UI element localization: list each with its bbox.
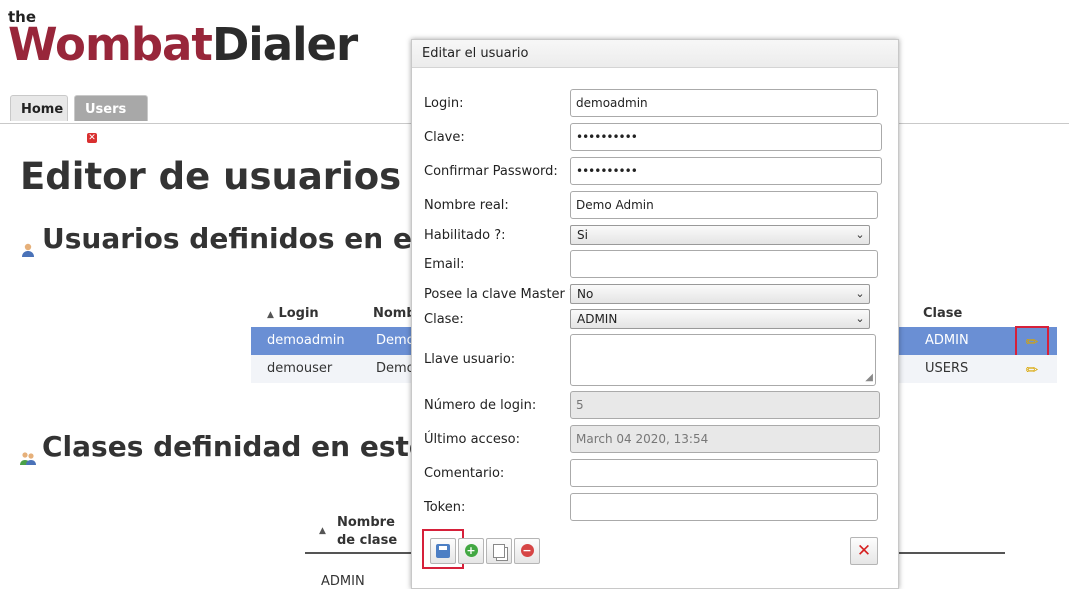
app-logo: the WombatDialer — [8, 8, 378, 71]
password-label: Clave: — [424, 130, 465, 145]
tab-home[interactable]: Home — [10, 95, 68, 121]
password-input[interactable]: •••••••••• — [570, 123, 882, 151]
remove-button[interactable]: − — [514, 538, 540, 564]
edit-pencil-icon[interactable]: ✏ — [1015, 357, 1049, 383]
row-name: Demo — [376, 333, 415, 348]
confirm-password-label: Confirmar Password: — [424, 164, 558, 179]
section-classes-text: Clases definidad en este s — [42, 430, 455, 463]
row-class: USERS — [925, 361, 969, 376]
email-label: Email: — [424, 257, 465, 272]
row-login: demoadmin — [267, 333, 345, 348]
master-key-label: Posee la clave Master ?: — [424, 287, 581, 302]
token-input[interactable] — [570, 493, 878, 521]
tab-users-label: Users — [85, 102, 127, 117]
classes-row-admin: ADMIN — [321, 574, 365, 589]
edit-user-dialog: Editar el usuario Login: demoadmin Clave… — [411, 39, 899, 589]
real-name-label: Nombre real: — [424, 198, 509, 213]
section-users-title: Usuarios definidos en este — [20, 222, 462, 257]
class-select-value: ADMIN — [577, 312, 618, 326]
row-class: ADMIN — [925, 333, 969, 348]
login-count-input: 5 — [570, 391, 880, 419]
login-label: Login: — [424, 96, 464, 111]
close-dialog-button[interactable]: ✕ — [850, 537, 878, 565]
comment-label: Comentario: — [424, 466, 505, 481]
copy-icon — [493, 543, 505, 558]
col-class-name-header: Nombre de clase — [337, 515, 398, 548]
logo-wombat: Wombat — [8, 18, 213, 71]
class-label: Clase: — [424, 312, 464, 327]
col-class-header[interactable]: Clase — [923, 303, 962, 325]
x-icon: ✕ — [856, 541, 872, 561]
add-button[interactable]: + — [458, 538, 484, 564]
tab-close-icon[interactable]: ✕ — [87, 133, 97, 143]
col-name-header[interactable]: Nomb — [373, 303, 416, 325]
group-icon — [20, 440, 36, 465]
sort-icon: ▲ — [319, 526, 326, 536]
minus-circle-icon: − — [520, 544, 534, 557]
copy-button[interactable] — [486, 538, 512, 564]
token-label: Token: — [424, 500, 466, 515]
enabled-select[interactable]: Si ⌄ — [570, 225, 870, 245]
logo-wordmark: WombatDialer — [8, 18, 358, 71]
comment-input[interactable] — [570, 459, 878, 487]
login-input[interactable]: demoadmin — [570, 89, 878, 117]
class-select[interactable]: ADMIN ⌄ — [570, 309, 870, 329]
row-name: Demo — [376, 361, 415, 376]
save-button[interactable] — [430, 538, 456, 564]
edit-pencil-icon[interactable]: ✏ — [1015, 326, 1049, 358]
resize-grip-icon[interactable]: ◢ — [865, 373, 873, 383]
chevron-down-icon: ⌄ — [855, 228, 865, 241]
user-key-label: Llave usuario: — [424, 352, 516, 367]
user-icon — [20, 232, 36, 257]
row-login: demouser — [267, 361, 333, 376]
real-name-input[interactable]: Demo Admin — [570, 191, 878, 219]
logo-dialer: Dialer — [211, 18, 358, 71]
last-access-input: March 04 2020, 13:54 — [570, 425, 880, 453]
chevron-down-icon: ⌄ — [855, 287, 865, 300]
sort-icon: ▲ — [267, 310, 274, 320]
last-access-label: Último acceso: — [424, 432, 520, 447]
enabled-label: Habilitado ?: — [424, 228, 506, 243]
master-key-select-value: No — [577, 287, 594, 301]
confirm-password-input[interactable]: •••••••••• — [570, 157, 882, 185]
master-key-select[interactable]: No ⌄ — [570, 284, 870, 304]
tab-users[interactable]: Users ✕ — [74, 95, 148, 143]
chevron-down-icon: ⌄ — [855, 312, 865, 325]
col-login-header[interactable]: ▲ Login — [267, 303, 319, 325]
section-classes-title: Clases definidad en este s — [20, 430, 455, 465]
dialog-title[interactable]: Editar el usuario — [412, 40, 898, 68]
login-count-label: Número de login: — [424, 398, 537, 413]
plus-circle-icon: + — [464, 544, 478, 557]
user-key-textarea[interactable]: ◢ — [570, 334, 876, 386]
email-input[interactable] — [570, 250, 878, 278]
section-users-text: Usuarios definidos en este — [42, 222, 462, 255]
enabled-select-value: Si — [577, 228, 588, 242]
floppy-disk-icon — [436, 543, 450, 558]
